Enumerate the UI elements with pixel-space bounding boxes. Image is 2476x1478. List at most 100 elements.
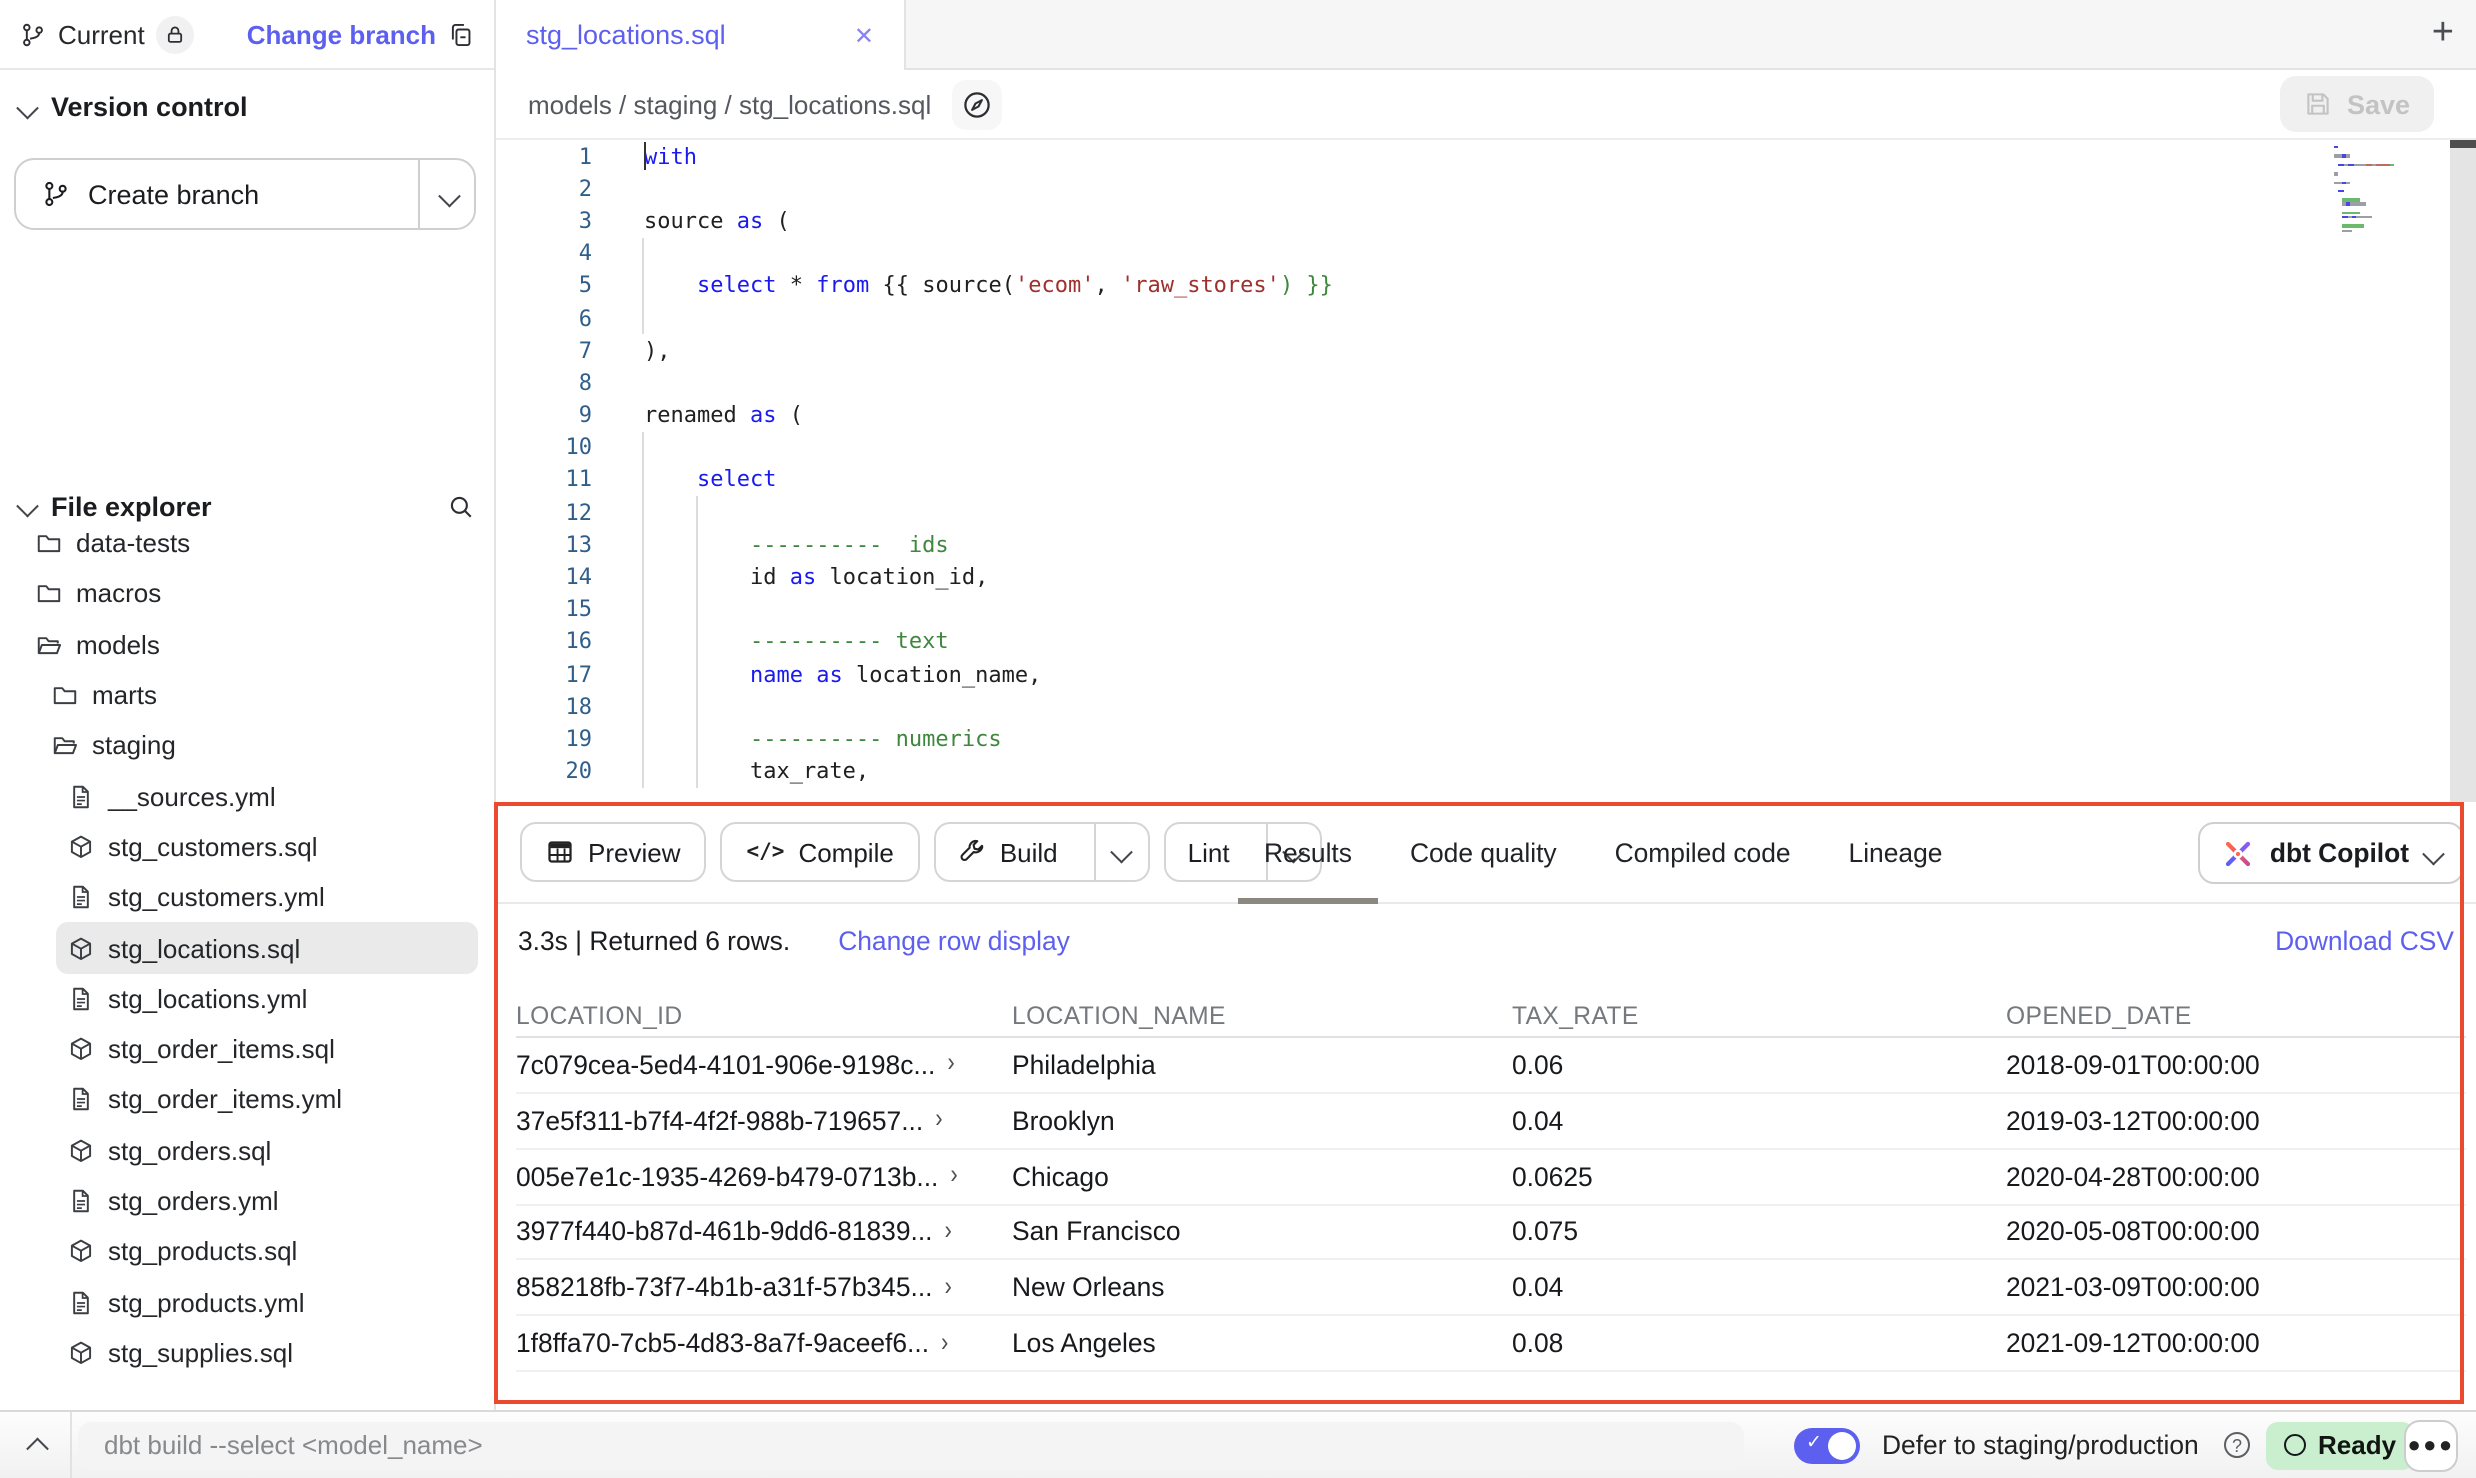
tree-item-stg-orders-sql[interactable]: stg_orders.sql: [56, 1125, 478, 1176]
code-text: ---------- text: [644, 629, 949, 655]
code-lines: 1with23source as ( 4 5 select * from {{ so…: [496, 140, 2476, 788]
chevron-right-icon[interactable]: ›: [941, 1329, 948, 1358]
chevron-down-icon[interactable]: [438, 185, 459, 206]
tree-item-stg-locations-yml[interactable]: stg_locations.yml: [56, 973, 478, 1024]
code-line-20[interactable]: 20 tax_rate,: [496, 755, 2476, 787]
chevron-up-icon[interactable]: [27, 1439, 48, 1460]
code-line-17[interactable]: 17 name as location_name,: [496, 658, 2476, 690]
minimap-line: [2334, 199, 2444, 202]
tree-item-marts[interactable]: marts: [40, 670, 478, 721]
version-control-header[interactable]: Version control: [20, 92, 248, 122]
code-line-13[interactable]: 13 ---------- ids: [496, 529, 2476, 561]
code-line-6[interactable]: 6: [496, 302, 2476, 334]
preview-button[interactable]: Preview: [520, 822, 707, 882]
compile-button[interactable]: </> Compile: [721, 822, 920, 882]
column-opened-date[interactable]: OPENED_DATE: [2006, 1001, 2466, 1029]
code-line-14[interactable]: 14 id as location_id,: [496, 561, 2476, 593]
code-line-3[interactable]: 3source as (: [496, 205, 2476, 237]
chevron-right-icon[interactable]: ›: [935, 1106, 942, 1135]
cell-location-id: 858218fb-73f7-4b1b-a31f-57b345...›: [516, 1273, 1012, 1303]
tree-item-data-tests[interactable]: data-tests: [24, 518, 478, 569]
save-button[interactable]: Save: [2281, 76, 2434, 132]
code-line-2[interactable]: 2: [496, 172, 2476, 204]
change-branch-link[interactable]: Change branch: [247, 19, 436, 49]
tree-item-stg-locations-sql[interactable]: stg_locations.sql: [56, 923, 478, 974]
create-branch-button[interactable]: Create branch: [14, 158, 476, 230]
tab-results[interactable]: Results: [1264, 838, 1352, 868]
status-badge[interactable]: Ready: [2266, 1421, 2414, 1469]
chevron-down-icon: [17, 495, 38, 516]
code-line-16[interactable]: 16 ---------- text: [496, 626, 2476, 658]
code-line-18[interactable]: 18: [496, 690, 2476, 722]
code-text: select * from {{ source('ecom', 'raw_sto…: [644, 273, 1333, 299]
dbt-copilot-button[interactable]: dbt Copilot: [2198, 822, 2464, 884]
table-header: LOCATION_ID LOCATION_NAME TAX_RATE OPENE…: [516, 994, 2466, 1038]
change-row-display-link[interactable]: Change row display: [838, 926, 1070, 956]
tree-item-label: stg_products.sql: [108, 1237, 297, 1267]
command-input[interactable]: [78, 1421, 1744, 1469]
minimap-line: [2334, 185, 2444, 188]
tree-item-stg-products-yml[interactable]: stg_products.yml: [56, 1277, 478, 1328]
code-editor[interactable]: 1with23source as ( 4 5 select * from {{ so…: [496, 140, 2476, 802]
code-text: select: [644, 467, 777, 493]
tree-item-stg-order-items-sql[interactable]: stg_order_items.sql: [56, 1024, 478, 1075]
cell-opened-date: 2019-03-12T00:00:00: [2006, 1106, 2466, 1136]
tree-item-models[interactable]: models: [24, 619, 478, 670]
code-line-10[interactable]: 10: [496, 431, 2476, 463]
tab-code-quality[interactable]: Code quality: [1410, 838, 1557, 868]
chevron-right-icon[interactable]: ›: [945, 1273, 952, 1302]
tree-item-stg-order-items-yml[interactable]: stg_order_items.yml: [56, 1075, 478, 1126]
tree-item-stg-orders-yml[interactable]: stg_orders.yml: [56, 1176, 478, 1227]
column-tax-rate[interactable]: TAX_RATE: [1512, 1001, 2006, 1029]
minimap[interactable]: [2334, 146, 2444, 234]
code-line-19[interactable]: 19 ---------- numerics: [496, 723, 2476, 755]
divider: [418, 160, 420, 228]
code-line-5[interactable]: 5 select * from {{ source('ecom', 'raw_s…: [496, 270, 2476, 302]
code-line-8[interactable]: 8: [496, 367, 2476, 399]
tab-lineage[interactable]: Lineage: [1849, 838, 1943, 868]
code-line-4[interactable]: 4: [496, 237, 2476, 269]
ellipsis-menu-button[interactable]: ●●●: [2404, 1419, 2458, 1471]
column-location-id[interactable]: LOCATION_ID: [516, 1001, 1012, 1029]
tree-item-staging[interactable]: staging: [40, 720, 478, 771]
tree-item--sources-yml[interactable]: __sources.yml: [56, 771, 478, 822]
tree-item-stg-customers-sql[interactable]: stg_customers.sql: [56, 822, 478, 873]
build-dropdown[interactable]: [1094, 824, 1148, 880]
copy-icon[interactable]: [448, 21, 474, 47]
code-line-15[interactable]: 15: [496, 593, 2476, 625]
code-line-12[interactable]: 12: [496, 496, 2476, 528]
line-number: 4: [496, 240, 592, 266]
navigate-chip[interactable]: [951, 79, 1001, 129]
code-line-1[interactable]: 1with: [496, 140, 2476, 172]
build-main[interactable]: Build: [936, 824, 1080, 880]
close-icon[interactable]: ✕: [854, 23, 874, 47]
download-csv-link[interactable]: Download CSV: [2275, 926, 2454, 956]
code-line-11[interactable]: 11 select: [496, 464, 2476, 496]
toggle-knob: [1828, 1431, 1856, 1459]
search-icon[interactable]: [448, 493, 474, 519]
tree-item-macros[interactable]: macros: [24, 569, 478, 620]
ready-label: Ready: [2318, 1430, 2396, 1460]
tree-item-stg-products-sql[interactable]: stg_products.sql: [56, 1226, 478, 1277]
chevron-right-icon[interactable]: ›: [945, 1218, 952, 1247]
chevron-right-icon[interactable]: ›: [950, 1162, 957, 1191]
minimap-line: [2334, 203, 2444, 206]
tab-stg-locations-sql[interactable]: stg_locations.sql ✕: [496, 0, 906, 70]
tree-item-label: data-tests: [76, 528, 190, 558]
code-line-7[interactable]: 7),: [496, 334, 2476, 366]
table-row: 005e7e1c-1935-4269-b479-0713b...›Chicago…: [516, 1149, 2466, 1205]
column-location-name[interactable]: LOCATION_NAME: [1012, 1001, 1512, 1029]
lint-main[interactable]: Lint: [1166, 824, 1252, 880]
tree-item-stg-supplies-sql[interactable]: stg_supplies.sql: [56, 1328, 478, 1379]
tab-compiled-code[interactable]: Compiled code: [1615, 838, 1791, 868]
file-explorer-title: File explorer: [51, 491, 212, 521]
defer-toggle[interactable]: ✓: [1794, 1427, 1860, 1463]
code-line-9[interactable]: 9renamed as (: [496, 399, 2476, 431]
editor-scrollbar-track[interactable]: [2450, 140, 2476, 802]
new-tab-button[interactable]: +: [2432, 0, 2454, 68]
tree-item-label: stg_locations.sql: [108, 933, 300, 963]
editor-scrollbar-thumb[interactable]: [2450, 140, 2476, 147]
tree-item-stg-customers-yml[interactable]: stg_customers.yml: [56, 872, 478, 923]
help-icon[interactable]: ?: [2224, 1432, 2250, 1458]
chevron-right-icon[interactable]: ›: [947, 1050, 954, 1079]
